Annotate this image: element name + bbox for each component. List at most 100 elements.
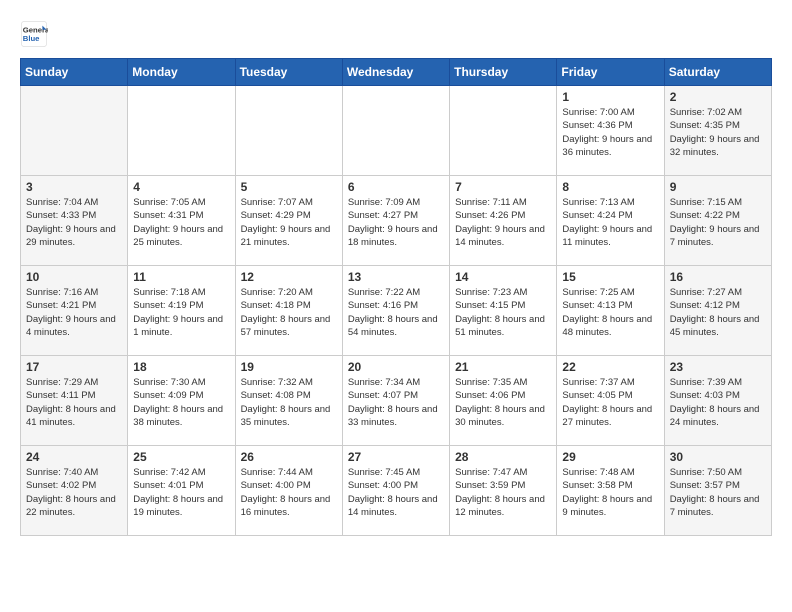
calendar-day-cell: [235, 86, 342, 176]
calendar-day-cell: 17Sunrise: 7:29 AM Sunset: 4:11 PM Dayli…: [21, 356, 128, 446]
calendar-weekday-header: Wednesday: [342, 59, 449, 86]
calendar-day-cell: 14 Sunrise: 7:23 AM Sunset: 4:15 PM Dayli…: [450, 266, 557, 356]
day-number: 1: [562, 90, 658, 104]
day-info: Sunrise: 7:00 AM Sunset: 4:36 PM Dayligh…: [562, 106, 658, 159]
day-info: Sunrise: 7:39 AM Sunset: 4:03 PM Dayligh…: [670, 376, 766, 429]
calendar-day-cell: 16 Sunrise: 7:27 AM Sunset: 4:12 PM Dayli…: [664, 266, 771, 356]
day-number: 25: [133, 450, 229, 464]
day-number: 20: [348, 360, 444, 374]
day-number: 12: [241, 270, 337, 284]
day-info: Sunrise: 7:32 AM Sunset: 4:08 PM Dayligh…: [241, 376, 337, 429]
calendar-day-cell: 4 Sunrise: 7:05 AM Sunset: 4:31 PM Daylig…: [128, 176, 235, 266]
day-number: 22: [562, 360, 658, 374]
day-number: 29: [562, 450, 658, 464]
day-info: Sunrise: 7:07 AM Sunset: 4:29 PM Dayligh…: [241, 196, 337, 249]
day-info: Sunrise: 7:48 AM Sunset: 3:58 PM Dayligh…: [562, 466, 658, 519]
day-number: 26: [241, 450, 337, 464]
calendar-day-cell: 27Sunrise: 7:45 AM Sunset: 4:00 PM Dayli…: [342, 446, 449, 536]
calendar-day-cell: 10Sunrise: 7:16 AM Sunset: 4:21 PM Dayli…: [21, 266, 128, 356]
day-number: 28: [455, 450, 551, 464]
day-number: 7: [455, 180, 551, 194]
day-info: Sunrise: 7:11 AM Sunset: 4:26 PM Dayligh…: [455, 196, 551, 249]
calendar-week-row: 17Sunrise: 7:29 AM Sunset: 4:11 PM Dayli…: [21, 356, 772, 446]
calendar-day-cell: 13 Sunrise: 7:22 AM Sunset: 4:16 PM Dayli…: [342, 266, 449, 356]
day-info: Sunrise: 7:42 AM Sunset: 4:01 PM Dayligh…: [133, 466, 229, 519]
logo-icon: General Blue: [20, 20, 48, 48]
calendar-weekday-header: Sunday: [21, 59, 128, 86]
day-info: Sunrise: 7:47 AM Sunset: 3:59 PM Dayligh…: [455, 466, 551, 519]
day-info: Sunrise: 7:05 AM Sunset: 4:31 PM Dayligh…: [133, 196, 229, 249]
day-info: Sunrise: 7:27 AM Sunset: 4:12 PM Dayligh…: [670, 286, 766, 339]
calendar-day-cell: [128, 86, 235, 176]
calendar-week-row: 24 Sunrise: 7:40 AM Sunset: 4:02 PM Dayli…: [21, 446, 772, 536]
calendar-day-cell: 25 Sunrise: 7:42 AM Sunset: 4:01 PM Dayli…: [128, 446, 235, 536]
day-info: Sunrise: 7:30 AM Sunset: 4:09 PM Dayligh…: [133, 376, 229, 429]
day-number: 16: [670, 270, 766, 284]
calendar-day-cell: 12 Sunrise: 7:20 AM Sunset: 4:18 PM Dayli…: [235, 266, 342, 356]
calendar-day-cell: 30Sunrise: 7:50 AM Sunset: 3:57 PM Dayli…: [664, 446, 771, 536]
calendar-day-cell: 3 Sunrise: 7:04 AM Sunset: 4:33 PM Daylig…: [21, 176, 128, 266]
day-number: 21: [455, 360, 551, 374]
day-info: Sunrise: 7:37 AM Sunset: 4:05 PM Dayligh…: [562, 376, 658, 429]
calendar-day-cell: 26 Sunrise: 7:44 AM Sunset: 4:00 PM Dayli…: [235, 446, 342, 536]
calendar-day-cell: 21 Sunrise: 7:35 AM Sunset: 4:06 PM Dayli…: [450, 356, 557, 446]
calendar-day-cell: 19 Sunrise: 7:32 AM Sunset: 4:08 PM Dayli…: [235, 356, 342, 446]
day-number: 19: [241, 360, 337, 374]
day-number: 4: [133, 180, 229, 194]
day-number: 6: [348, 180, 444, 194]
calendar-week-row: 1 Sunrise: 7:00 AM Sunset: 4:36 PM Daylig…: [21, 86, 772, 176]
logo: General Blue: [20, 20, 48, 48]
day-info: Sunrise: 7:22 AM Sunset: 4:16 PM Dayligh…: [348, 286, 444, 339]
calendar-day-cell: 11 Sunrise: 7:18 AM Sunset: 4:19 PM Dayli…: [128, 266, 235, 356]
day-number: 30: [670, 450, 766, 464]
day-info: Sunrise: 7:45 AM Sunset: 4:00 PM Dayligh…: [348, 466, 444, 519]
calendar-day-cell: 1 Sunrise: 7:00 AM Sunset: 4:36 PM Daylig…: [557, 86, 664, 176]
calendar-day-cell: 5 Sunrise: 7:07 AM Sunset: 4:29 PM Daylig…: [235, 176, 342, 266]
day-info: Sunrise: 7:35 AM Sunset: 4:06 PM Dayligh…: [455, 376, 551, 429]
day-number: 13: [348, 270, 444, 284]
page-header: General Blue: [20, 20, 772, 48]
calendar-day-cell: 7 Sunrise: 7:11 AM Sunset: 4:26 PM Daylig…: [450, 176, 557, 266]
calendar-weekday-header: Thursday: [450, 59, 557, 86]
day-info: Sunrise: 7:29 AM Sunset: 4:11 PM Dayligh…: [26, 376, 122, 429]
day-info: Sunrise: 7:09 AM Sunset: 4:27 PM Dayligh…: [348, 196, 444, 249]
day-number: 9: [670, 180, 766, 194]
day-info: Sunrise: 7:23 AM Sunset: 4:15 PM Dayligh…: [455, 286, 551, 339]
calendar-header-row: SundayMondayTuesdayWednesdayThursdayFrid…: [21, 59, 772, 86]
day-info: Sunrise: 7:34 AM Sunset: 4:07 PM Dayligh…: [348, 376, 444, 429]
day-number: 2: [670, 90, 766, 104]
calendar-day-cell: 2 Sunrise: 7:02 AM Sunset: 4:35 PM Daylig…: [664, 86, 771, 176]
calendar-day-cell: [342, 86, 449, 176]
day-info: Sunrise: 7:15 AM Sunset: 4:22 PM Dayligh…: [670, 196, 766, 249]
calendar-weekday-header: Tuesday: [235, 59, 342, 86]
day-info: Sunrise: 7:20 AM Sunset: 4:18 PM Dayligh…: [241, 286, 337, 339]
calendar-day-cell: 29 Sunrise: 7:48 AM Sunset: 3:58 PM Dayli…: [557, 446, 664, 536]
calendar-day-cell: 15Sunrise: 7:25 AM Sunset: 4:13 PM Dayli…: [557, 266, 664, 356]
day-info: Sunrise: 7:44 AM Sunset: 4:00 PM Dayligh…: [241, 466, 337, 519]
day-info: Sunrise: 7:02 AM Sunset: 4:35 PM Dayligh…: [670, 106, 766, 159]
calendar-week-row: 3 Sunrise: 7:04 AM Sunset: 4:33 PM Daylig…: [21, 176, 772, 266]
calendar-weekday-header: Saturday: [664, 59, 771, 86]
calendar-day-cell: 23Sunrise: 7:39 AM Sunset: 4:03 PM Dayli…: [664, 356, 771, 446]
calendar-day-cell: [21, 86, 128, 176]
svg-text:Blue: Blue: [23, 34, 40, 43]
day-info: Sunrise: 7:13 AM Sunset: 4:24 PM Dayligh…: [562, 196, 658, 249]
day-number: 24: [26, 450, 122, 464]
calendar-week-row: 10Sunrise: 7:16 AM Sunset: 4:21 PM Dayli…: [21, 266, 772, 356]
svg-text:General: General: [23, 26, 48, 35]
day-info: Sunrise: 7:04 AM Sunset: 4:33 PM Dayligh…: [26, 196, 122, 249]
calendar-day-cell: 22 Sunrise: 7:37 AM Sunset: 4:05 PM Dayli…: [557, 356, 664, 446]
day-info: Sunrise: 7:18 AM Sunset: 4:19 PM Dayligh…: [133, 286, 229, 339]
day-info: Sunrise: 7:40 AM Sunset: 4:02 PM Dayligh…: [26, 466, 122, 519]
calendar-day-cell: 8 Sunrise: 7:13 AM Sunset: 4:24 PM Daylig…: [557, 176, 664, 266]
day-number: 14: [455, 270, 551, 284]
day-info: Sunrise: 7:16 AM Sunset: 4:21 PM Dayligh…: [26, 286, 122, 339]
day-number: 3: [26, 180, 122, 194]
calendar-day-cell: 6 Sunrise: 7:09 AM Sunset: 4:27 PM Daylig…: [342, 176, 449, 266]
day-number: 8: [562, 180, 658, 194]
day-number: 11: [133, 270, 229, 284]
day-number: 18: [133, 360, 229, 374]
calendar-weekday-header: Monday: [128, 59, 235, 86]
day-number: 5: [241, 180, 337, 194]
day-number: 15: [562, 270, 658, 284]
